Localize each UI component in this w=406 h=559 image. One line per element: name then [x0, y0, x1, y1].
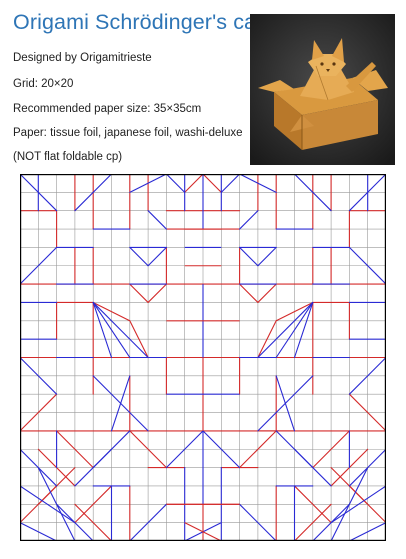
page-title: Origami Schrödinger's cat — [13, 10, 263, 34]
valley-fold — [239, 246, 259, 267]
mountain-fold — [147, 283, 167, 303]
valley-fold — [92, 301, 149, 359]
valley-fold — [239, 210, 259, 230]
mountain-fold — [184, 174, 204, 193]
valley-fold — [257, 301, 314, 359]
mountain-fold — [257, 283, 277, 303]
crease-pattern-diagram — [20, 174, 386, 541]
valley-fold — [275, 375, 296, 432]
valley-fold — [147, 246, 167, 267]
grid-line: Grid: 20×20 — [13, 78, 74, 90]
valley-fold — [257, 246, 277, 267]
paper-type-line: Paper: tissue foil, japanese foil, washi… — [13, 127, 243, 139]
paper-size-line: Recommended paper size: 35×35cm — [13, 103, 202, 115]
designer-line: Designed by Origamitrieste — [13, 52, 152, 64]
foldability-note: (NOT flat foldable cp) — [13, 151, 123, 163]
origami-photo — [250, 14, 395, 165]
valley-fold — [220, 174, 241, 193]
mountain-fold — [129, 283, 149, 303]
valley-fold — [165, 174, 186, 193]
valley-fold — [129, 246, 149, 267]
valley-fold — [110, 375, 131, 432]
mountain-fold — [202, 174, 222, 193]
mountain-fold — [239, 283, 259, 303]
valley-fold — [147, 210, 167, 230]
